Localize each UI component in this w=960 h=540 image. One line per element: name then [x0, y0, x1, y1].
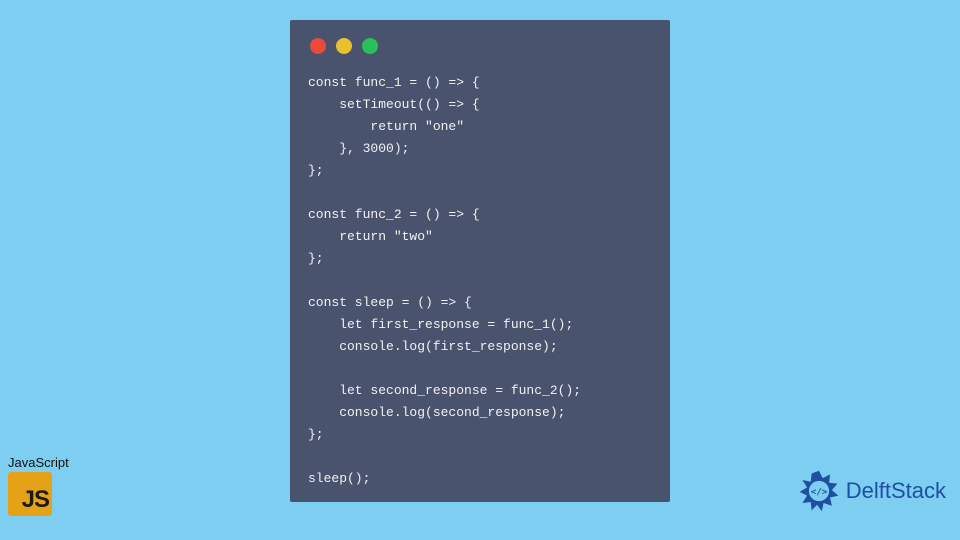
javascript-logo-icon: JS — [8, 472, 52, 516]
javascript-badge-label: JavaScript — [8, 455, 78, 470]
code-content: const func_1 = () => { setTimeout(() => … — [308, 72, 652, 490]
maximize-icon — [362, 38, 378, 54]
javascript-badge-abbrev: JS — [22, 486, 49, 514]
window-traffic-lights — [310, 38, 652, 54]
brand-name: DelftStack — [846, 478, 946, 504]
svg-text:</>: </> — [810, 487, 827, 498]
brand-logo: </> DelftStack — [796, 468, 946, 514]
close-icon — [310, 38, 326, 54]
minimize-icon — [336, 38, 352, 54]
code-window: const func_1 = () => { setTimeout(() => … — [290, 20, 670, 502]
brand-gear-icon: </> — [796, 468, 842, 514]
javascript-badge: JavaScript JS — [8, 455, 78, 516]
